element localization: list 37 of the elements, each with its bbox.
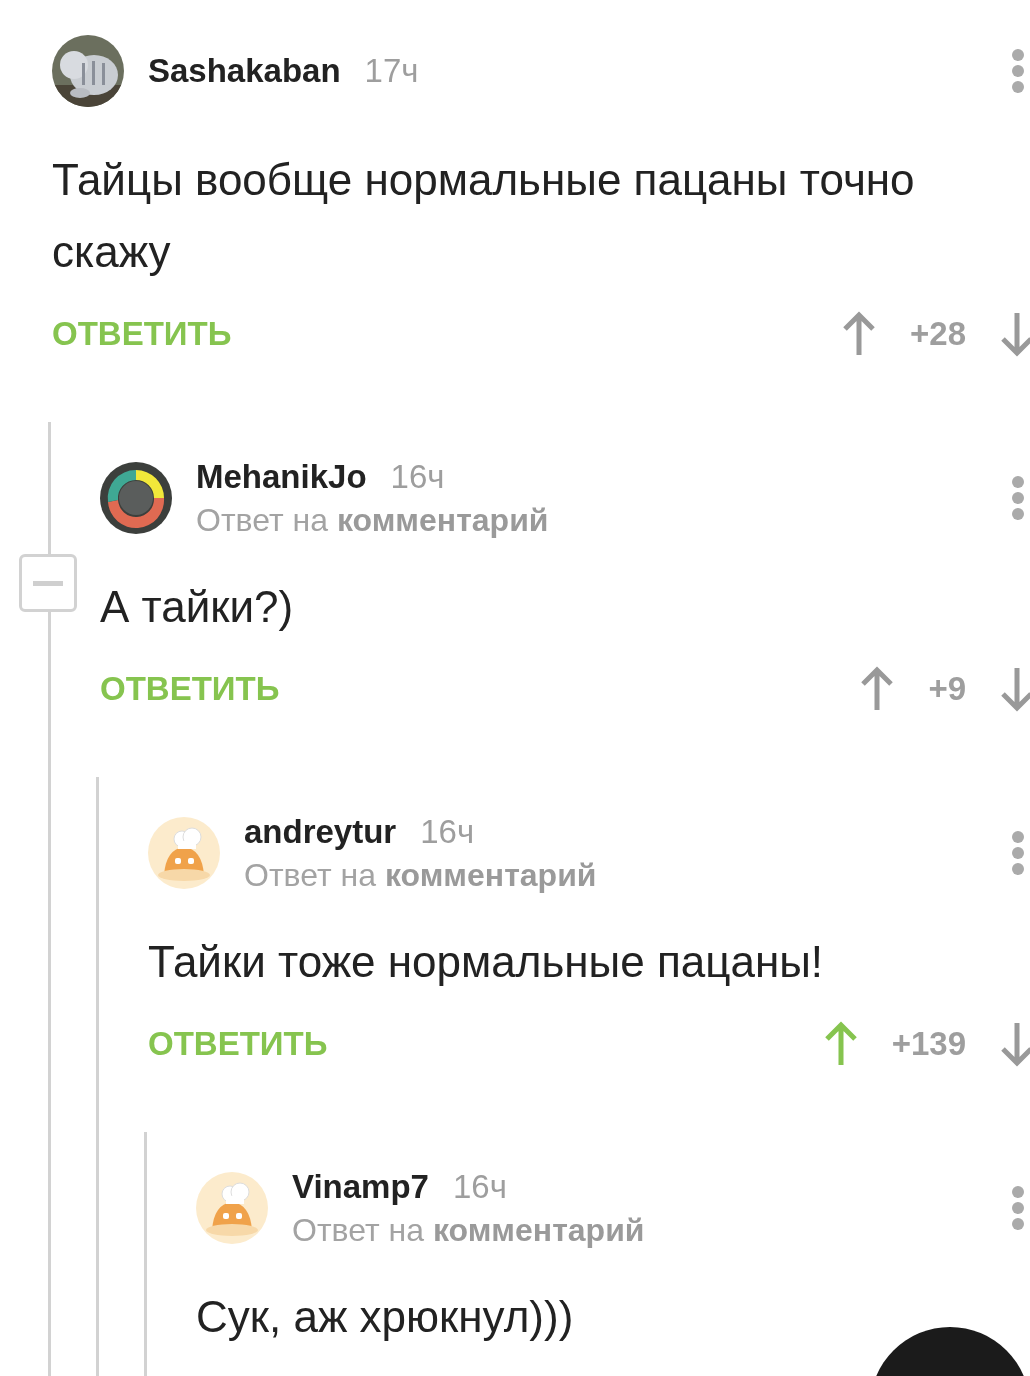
upvote-icon[interactable]: [823, 1021, 858, 1067]
comment-score: +28: [910, 315, 966, 353]
author-name[interactable]: MehanikJo: [196, 457, 367, 496]
more-options-icon[interactable]: [1011, 475, 1025, 521]
parent-comment-link[interactable]: комментарий: [336, 501, 549, 539]
comment-time: 16ч: [420, 812, 475, 851]
comment-text: Тайки тоже нормальные пацаны!: [148, 936, 825, 988]
comment-score: +139: [891, 1025, 966, 1063]
comment-text: А тайки?): [100, 581, 295, 633]
comment-text: Сук, аж хрюкнул))): [196, 1291, 575, 1343]
chef-hat-avatar-icon: [196, 1172, 268, 1244]
author-name[interactable]: Vinamp7: [292, 1167, 429, 1206]
author-name[interactable]: Sashakaban: [148, 52, 341, 90]
comment-text: Тайцы вообще нормальные пацаны точно скажу: [52, 154, 916, 278]
more-options-icon[interactable]: [1011, 830, 1025, 876]
upvote-icon[interactable]: [860, 666, 895, 712]
downvote-icon[interactable]: [1000, 311, 1030, 357]
upvote-icon[interactable]: [842, 311, 876, 357]
author-name[interactable]: andreytur: [244, 812, 397, 851]
reply-to-label: Ответ на: [292, 1211, 424, 1249]
downvote-icon[interactable]: [1000, 666, 1030, 712]
reply-to-label: Ответ на: [244, 856, 376, 894]
comment-time: 16ч: [390, 457, 445, 496]
more-options-icon[interactable]: [1011, 48, 1025, 94]
comment-time: 16ч: [452, 1167, 507, 1206]
parent-comment-link[interactable]: комментарий: [384, 856, 597, 894]
collapse-button[interactable]: [19, 554, 77, 612]
reply-button[interactable]: ОТВЕТИТЬ: [52, 315, 232, 353]
comment-time: 17ч: [364, 52, 419, 90]
more-options-icon[interactable]: [1011, 1185, 1025, 1231]
comment-score: +9: [928, 670, 966, 708]
chef-hat-avatar-icon: [148, 817, 220, 889]
reply-to-label: Ответ на: [196, 501, 328, 539]
reply-button[interactable]: ОТВЕТИТЬ: [100, 670, 280, 708]
reply-button[interactable]: ОТВЕТИТЬ: [148, 1025, 328, 1063]
downvote-icon[interactable]: [1000, 1021, 1030, 1067]
parent-comment-link[interactable]: комментарий: [432, 1211, 645, 1249]
